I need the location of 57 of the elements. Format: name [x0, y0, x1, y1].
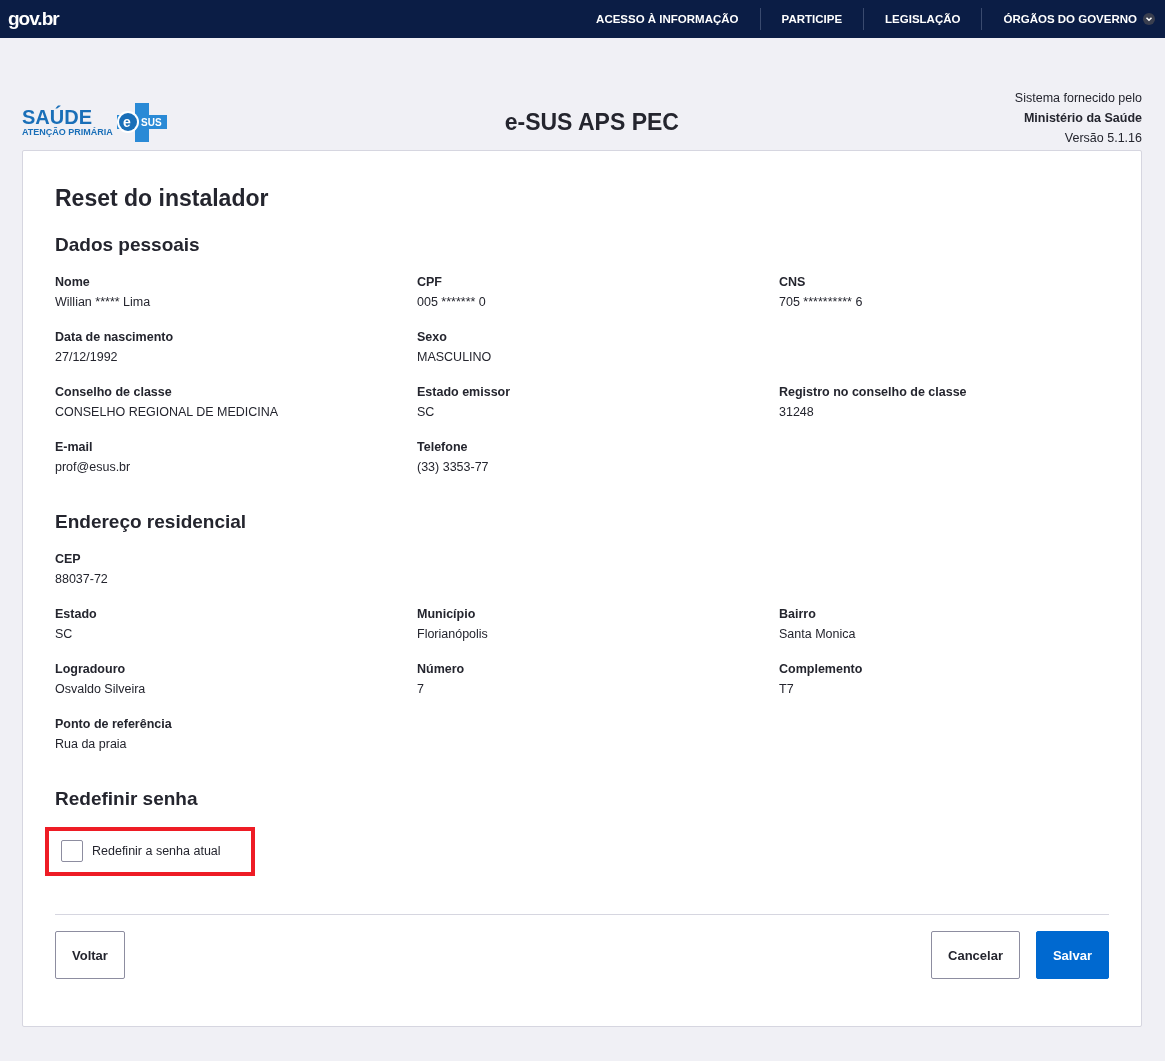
gov-logo[interactable]: gov.br: [8, 8, 59, 30]
field-label: Município: [417, 606, 477, 623]
field-label: Bairro: [779, 606, 817, 623]
field-label: Nome: [55, 274, 91, 291]
app-title: e-SUS APS PEC: [503, 109, 680, 136]
section-title: Endereço residencial: [55, 511, 248, 533]
field-label: Conselho de classe: [55, 384, 173, 401]
field-label: Número: [417, 661, 466, 678]
nav-link[interactable]: PARTICIPE: [759, 8, 864, 30]
field-value: Santa Monica: [779, 626, 857, 643]
field-label: Estado emissor: [417, 384, 512, 401]
field-value: prof@esus.br: [55, 459, 132, 476]
nav-link[interactable]: LEGISLAÇÃO: [863, 8, 982, 30]
field-label: Data de nascimento: [55, 329, 175, 346]
checkbox[interactable]: [61, 840, 83, 862]
field-value: 31248: [779, 404, 815, 421]
section-title: Dados pessoais: [55, 234, 201, 256]
nav-link[interactable]: ACESSO À INFORMAÇÃO: [575, 8, 760, 30]
field-value: 27/12/1992: [55, 349, 119, 366]
field-value: 705 ********** 6: [779, 294, 864, 311]
field-value: (33) 3353-77: [417, 459, 490, 476]
field-value: T7: [779, 681, 795, 698]
field-value: Osvaldo Silveira: [55, 681, 147, 698]
field-label: Sexo: [417, 329, 448, 346]
nav-link[interactable]: ÓRGÃOS DO GOVERNO: [981, 8, 1157, 30]
field-label: Logradouro: [55, 661, 127, 678]
field-label: CPF: [417, 274, 443, 291]
field-value: 88037-72: [55, 571, 109, 588]
field-value: MASCULINO: [417, 349, 493, 366]
page-title: Reset do instalador: [55, 185, 270, 212]
field-value: Florianópolis: [417, 626, 489, 643]
field-value: Willian ***** Lima: [55, 294, 152, 311]
checkbox-label[interactable]: Redefinir a senha atual: [92, 844, 221, 858]
field-label: CNS: [779, 274, 807, 291]
logo-tagline: ATENÇÃO PRIMÁRIA: [22, 126, 113, 138]
field-label: Ponto de referência: [55, 716, 173, 733]
field-label: Complemento: [779, 661, 864, 678]
provider-name: Ministério da Saúde: [1022, 110, 1142, 127]
field-label: Telefone: [417, 439, 469, 456]
version-text: Versão 5.1.16: [1064, 131, 1142, 145]
action-button[interactable]: Voltar: [55, 931, 125, 979]
logo-wordmark: SAÚDE: [22, 106, 92, 127]
field-value: SC: [417, 404, 436, 421]
field-label: CEP: [55, 551, 82, 568]
save-button[interactable]: Salvar: [1035, 931, 1109, 979]
field-value: SC: [55, 626, 74, 643]
field-label: E-mail: [55, 439, 94, 456]
esus-logo: e SUS: [114, 102, 169, 142]
action-button[interactable]: Cancelar: [931, 931, 1020, 979]
field-value: Rua da praia: [55, 736, 128, 753]
field-value: 7: [417, 681, 425, 698]
field-label: Estado: [55, 606, 98, 623]
provider-text: Sistema fornecido pelo: [1014, 91, 1142, 105]
field-value: CONSELHO REGIONAL DE MEDICINA: [55, 404, 280, 421]
section-title: Redefinir senha: [55, 788, 199, 810]
field-label: Registro no conselho de classe: [779, 384, 968, 401]
field-value: 005 ******* 0: [417, 294, 487, 311]
